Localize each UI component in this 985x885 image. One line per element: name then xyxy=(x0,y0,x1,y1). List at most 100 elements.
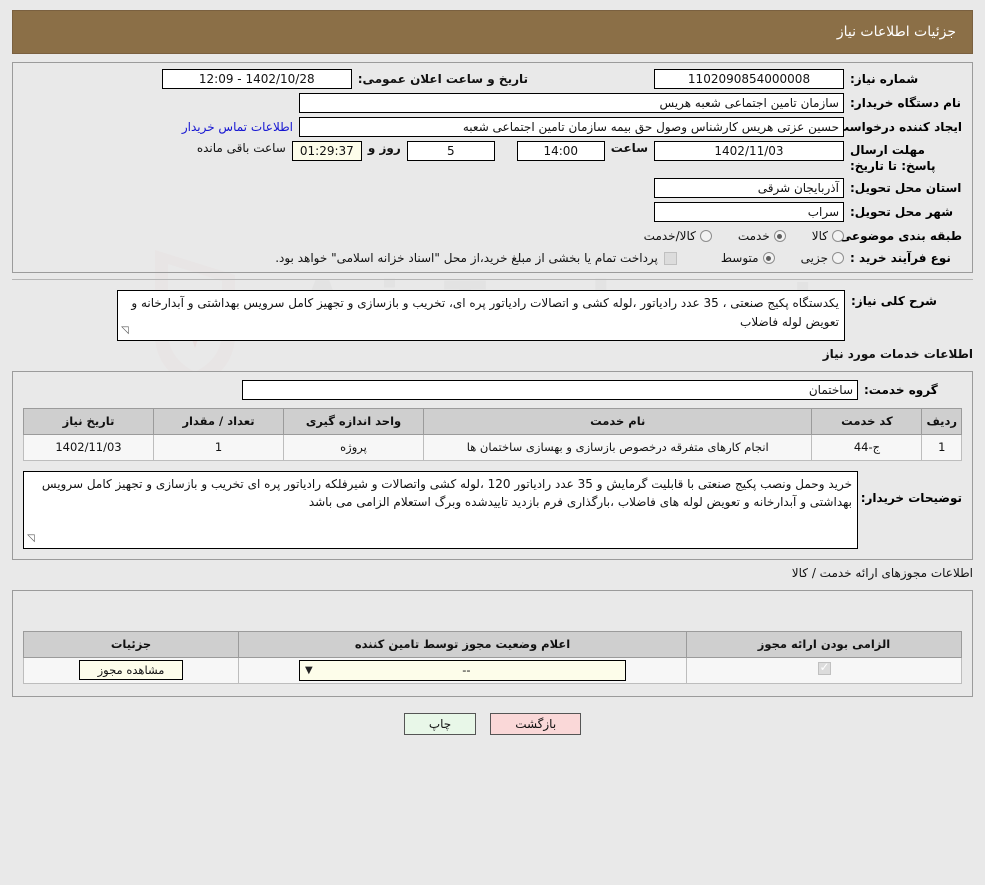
buyer-org-label: نام دستگاه خریدار: xyxy=(850,96,961,110)
col-quantity: تعداد / مقدار xyxy=(153,407,284,435)
buyer-org-value: سازمان تامین اجتماعی شعبه هریس xyxy=(299,93,844,113)
col-unit: واحد اندازه گیری xyxy=(283,407,424,435)
province-label: استان محل تحویل: xyxy=(850,181,962,196)
cell-unit: پروژه xyxy=(283,433,424,461)
col-code: کد خدمت xyxy=(811,407,923,435)
radio-jozii-icon[interactable] xyxy=(832,252,844,265)
announce-label: تاریخ و ساعت اعلان عمومی: xyxy=(357,72,528,86)
buyer-org-row: نام دستگاه خریدار: سازمان تامین اجتماعی … xyxy=(13,91,972,115)
deadline-row: مهلت ارسال پاسخ: تا تاریخ: 1402/11/03 سا… xyxy=(13,139,972,176)
cell-status: ▼ -- xyxy=(238,656,687,684)
province-value: آذربایجان شرقی xyxy=(654,178,844,199)
general-desc-value-box[interactable]: یکدستگاه پکیج صنعتی ، 35 عدد رادیاتور ،ل… xyxy=(117,290,845,341)
days-label: روز و xyxy=(367,141,401,155)
services-panel: گروه خدمت: ساختمان ردیف کد خدمت نام خدمت… xyxy=(12,370,973,560)
remaining-label: ساعت باقی مانده xyxy=(196,141,286,155)
general-desc-row: شرح کلی نیاز: یکدستگاه پکیج صنعتی ، 35 ع… xyxy=(12,284,973,341)
category-option-khedmat-label: خدمت xyxy=(737,229,770,244)
col-required: الزامی بودن ارائه مجوز xyxy=(686,630,962,658)
category-row: طبقه بندی موضوعی: کالا خدمت کالا/خدمت xyxy=(13,224,972,248)
cell-code: ج-44 xyxy=(811,433,923,461)
col-details: جزئیات xyxy=(23,630,239,658)
process-row: نوع فرآیند خرید : جزیی متوسط پرداخت تمام… xyxy=(13,248,972,272)
licenses-section-title: اطلاعات مجوزهای ارائه خدمت / کالا xyxy=(791,565,973,580)
service-group-row: گروه خدمت: ساختمان xyxy=(13,372,972,408)
view-license-button[interactable]: مشاهده مجوز xyxy=(78,660,184,681)
buyer-notes-value: خرید وحمل ونصب پکیج صنعتی با قابلیت گرما… xyxy=(41,476,852,510)
license-status-value: -- xyxy=(462,663,471,678)
requester-value: حسین عزتی هریس کارشناس وصول حق بیمه سازم… xyxy=(299,117,844,137)
license-required-checkbox xyxy=(817,660,831,676)
city-value: سراب xyxy=(654,202,844,223)
remaining-time: 01:29:37 xyxy=(291,141,362,161)
category-option-kala[interactable]: کالا xyxy=(812,229,844,243)
services-table: ردیف کد خدمت نام خدمت واحد اندازه گیری ت… xyxy=(23,407,962,461)
print-button[interactable]: چاپ xyxy=(403,712,477,735)
category-label: طبقه بندی موضوعی: xyxy=(834,229,962,244)
radio-khedmat-icon[interactable] xyxy=(773,230,786,243)
back-button[interactable]: بازگشت xyxy=(490,712,582,735)
table-row: ▼ -- مشاهده مجوز xyxy=(23,656,962,684)
buyer-contact-link[interactable]: اطلاعات تماس خریدار xyxy=(182,120,299,134)
process-option-jozii[interactable]: جزیی xyxy=(801,251,844,265)
buyer-notes-box[interactable]: خرید وحمل ونصب پکیج صنعتی با قابلیت گرما… xyxy=(23,470,858,549)
chevron-down-icon: ▼ xyxy=(305,664,313,676)
category-option-kala-khedmat[interactable]: کالا/خدمت xyxy=(644,229,712,243)
license-status-select[interactable]: ▼ -- xyxy=(299,659,626,681)
service-group-label: گروه خدمت: xyxy=(864,382,938,397)
buyer-notes-row: توضیحات خریدار: خرید وحمل ونصب پکیج صنعت… xyxy=(13,470,972,559)
city-row: شهر محل تحویل: سراب xyxy=(13,200,972,224)
radio-kala-khedmat-icon[interactable] xyxy=(699,230,712,243)
need-number-row: شماره نیاز: 1102090854000008 تاریخ و ساع… xyxy=(13,63,972,91)
need-number-label: شماره نیاز: xyxy=(850,72,919,86)
resize-grip-icon[interactable]: ◸ xyxy=(121,323,129,339)
footer-actions: بازگشت چاپ xyxy=(0,712,985,735)
general-description-panel: شرح کلی نیاز: یکدستگاه پکیج صنعتی ، 35 ع… xyxy=(12,284,973,341)
requester-row: ایجاد کننده درخواست: حسین عزتی هریس کارش… xyxy=(13,115,972,139)
category-option-kala-khedmat-label: کالا/خدمت xyxy=(643,229,696,244)
service-group-value: ساختمان xyxy=(242,379,858,400)
treasury-note: پرداخت تمام یا بخشی از مبلغ خرید،از محل … xyxy=(275,251,658,266)
licenses-table: الزامی بودن ارائه مجوز اعلام وضعیت مجوز … xyxy=(23,630,962,684)
general-desc-label: شرح کلی نیاز: xyxy=(851,294,937,309)
category-option-kala-label: کالا xyxy=(811,229,828,244)
divider-after-summary xyxy=(12,279,973,281)
cell-details: مشاهده مجوز xyxy=(23,656,239,684)
need-number-value: 1102090854000008 xyxy=(654,69,844,89)
category-option-khedmat[interactable]: خدمت xyxy=(738,229,786,243)
remaining-days: 5 xyxy=(406,141,495,161)
province-row: استان محل تحویل: آذربایجان شرقی xyxy=(13,176,972,200)
treasury-checkbox[interactable] xyxy=(663,251,677,265)
buyer-notes-label: توضیحات خریدار: xyxy=(860,490,962,505)
radio-kala-icon[interactable] xyxy=(832,230,844,243)
process-option-motavaset[interactable]: متوسط xyxy=(721,251,775,265)
radio-motavaset-icon[interactable] xyxy=(762,252,775,265)
cell-quantity: 1 xyxy=(153,433,284,461)
requester-label: ایجاد کننده درخواست: xyxy=(832,120,962,134)
col-name: نام خدمت xyxy=(422,407,813,435)
cell-date: 1402/11/03 xyxy=(23,433,154,461)
cell-name: انجام کارهای متفرقه درخصوص بازسازی و بهس… xyxy=(422,433,813,461)
services-section-title: اطلاعات خدمات مورد نیاز xyxy=(822,346,973,361)
process-option-motavaset-label: متوسط xyxy=(720,251,759,266)
licenses-panel: الزامی بودن ارائه مجوز اعلام وضعیت مجوز … xyxy=(12,589,973,697)
announce-value: 1402/10/28 - 12:09 xyxy=(161,69,352,89)
resize-grip-icon[interactable]: ◸ xyxy=(27,531,35,547)
hour-label: ساعت xyxy=(610,141,648,155)
deadline-date: 1402/11/03 xyxy=(654,141,844,161)
cell-row: 1 xyxy=(921,433,962,461)
col-date: تاریخ نیاز xyxy=(23,407,154,435)
process-label: نوع فرآیند خرید : xyxy=(850,251,951,266)
services-table-header-row: ردیف کد خدمت نام خدمت واحد اندازه گیری ت… xyxy=(23,407,962,435)
general-desc-value: یکدستگاه پکیج صنعتی ، 35 عدد رادیاتور ،ل… xyxy=(131,296,839,329)
page-header: جزئیات اطلاعات نیاز xyxy=(12,10,973,54)
need-summary-panel: شماره نیاز: 1102090854000008 تاریخ و ساع… xyxy=(12,62,973,274)
city-label: شهر محل تحویل: xyxy=(850,205,954,220)
deadline-label: مهلت ارسال پاسخ: تا تاریخ: xyxy=(850,143,936,174)
process-option-jozii-label: جزیی xyxy=(800,251,828,266)
col-status: اعلام وضعیت مجوز توسط تامین کننده xyxy=(238,630,687,658)
licenses-table-header-row: الزامی بودن ارائه مجوز اعلام وضعیت مجوز … xyxy=(23,630,962,658)
cell-required xyxy=(686,656,962,684)
table-row: 1 ج-44 انجام کارهای متفرقه درخصوص بازساز… xyxy=(23,433,962,461)
deadline-time: 14:00 xyxy=(516,141,605,161)
